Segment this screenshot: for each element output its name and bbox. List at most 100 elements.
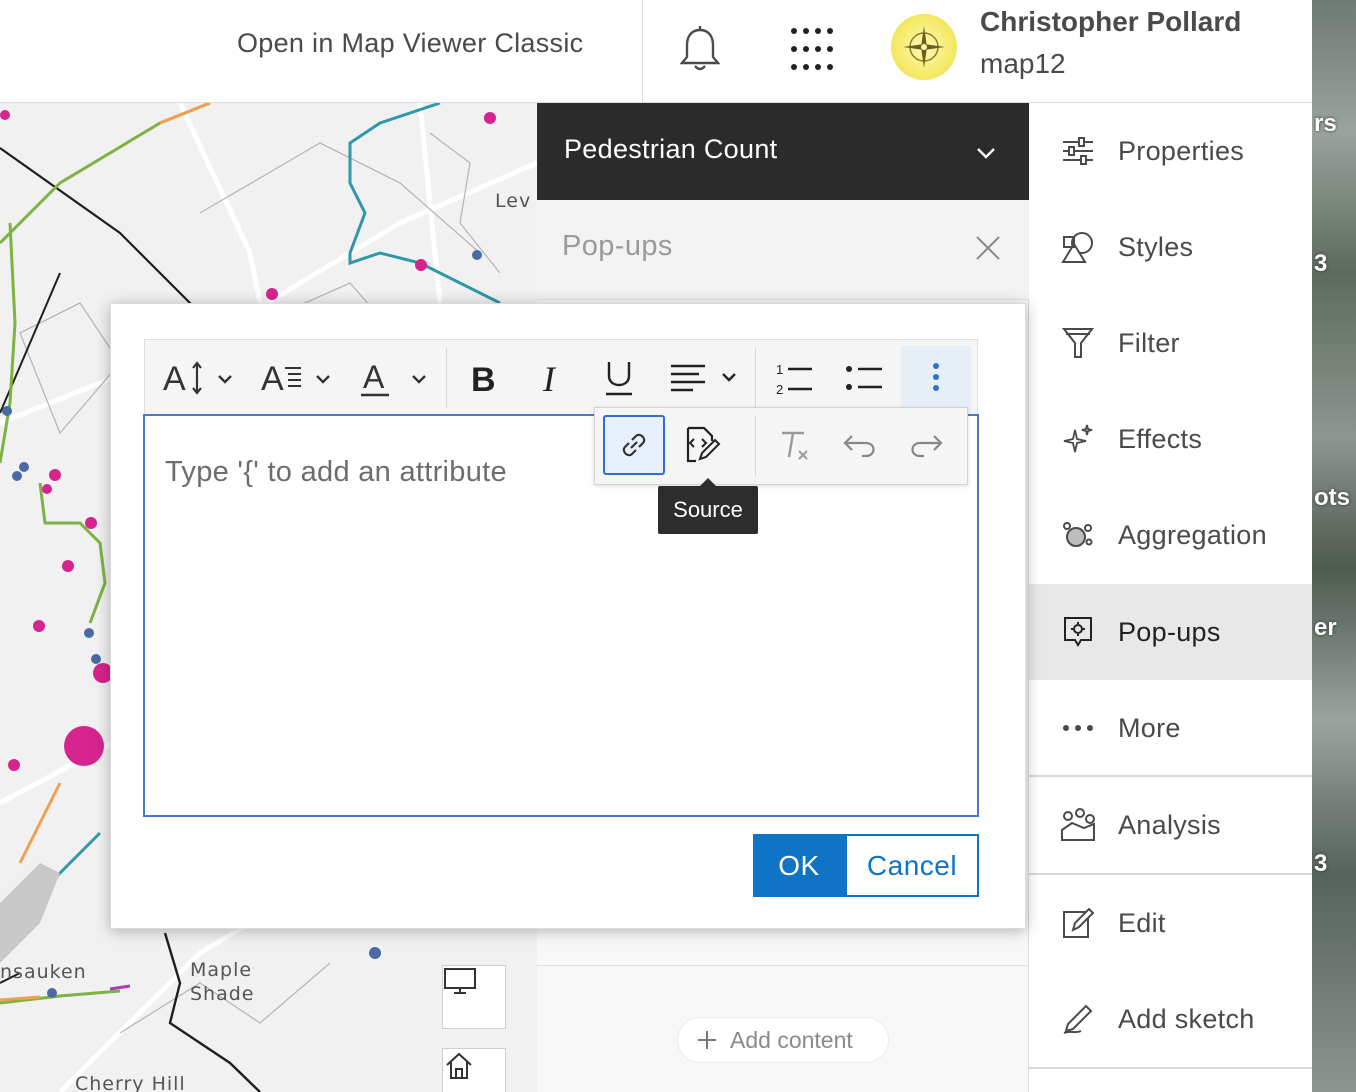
action-label: Styles (1118, 231, 1194, 262)
home-icon (446, 1052, 472, 1079)
clear-formatting-button[interactable] (763, 415, 825, 475)
action-properties[interactable]: Properties (1029, 103, 1312, 199)
action-add-sketch[interactable]: Add sketch (1029, 971, 1312, 1067)
map-label: Maple (190, 959, 253, 981)
action-popups[interactable]: Pop-ups (1029, 584, 1312, 680)
undo-icon (843, 435, 875, 458)
source-button[interactable] (671, 415, 733, 475)
strip-text: rs (1314, 110, 1337, 137)
analysis-icon (1059, 806, 1097, 844)
alignment-button[interactable] (665, 354, 741, 402)
home-button[interactable] (442, 1048, 506, 1092)
action-filter[interactable]: Filter (1029, 295, 1312, 391)
strip-text: 3 (1314, 850, 1328, 877)
text-format-icon: A (261, 360, 330, 398)
svg-text:A: A (261, 360, 284, 398)
layer-title: Pedestrian Count (564, 134, 778, 164)
undo-button[interactable] (829, 415, 891, 475)
bullet-list-button[interactable] (839, 354, 889, 402)
app-launcher-icon[interactable] (788, 25, 836, 73)
action-edit[interactable]: Edit (1029, 875, 1312, 971)
panel-title: Pop-ups (562, 230, 673, 262)
display-icon (444, 968, 476, 994)
settings-action-bar: Properties Styles Filter Effects Aggrega… (1029, 103, 1312, 1092)
action-label: Properties (1118, 135, 1245, 166)
action-label: Add sketch (1118, 1003, 1255, 1034)
open-map-viewer-classic-link[interactable]: Open in Map Viewer Classic (237, 28, 583, 59)
close-icon[interactable] (974, 234, 1002, 262)
filter-icon (1059, 324, 1097, 362)
svg-text:1: 1 (776, 362, 783, 377)
more-tools-menu (594, 407, 968, 485)
aggregation-icon (1059, 516, 1097, 554)
bold-button[interactable]: B (463, 354, 505, 402)
font-color-icon: A (361, 359, 426, 397)
underline-button[interactable] (597, 354, 641, 402)
popups-panel-header: Pop-ups (537, 200, 1029, 300)
font-size-button[interactable]: A (163, 354, 237, 402)
editor-placeholder: Type '{' to add an attribute (165, 456, 507, 488)
avatar[interactable] (891, 14, 957, 80)
source-code-icon (686, 426, 721, 463)
insert-link-button[interactable] (603, 415, 665, 475)
action-styles[interactable]: Styles (1029, 199, 1312, 295)
action-label: Effects (1118, 423, 1203, 454)
action-label: Aggregation (1118, 519, 1267, 550)
add-content-button[interactable]: Add content (677, 1017, 889, 1063)
action-more[interactable]: More (1029, 680, 1312, 776)
numbered-list-icon: 12 (776, 362, 812, 396)
layer-selector[interactable]: Pedestrian Count (537, 103, 1029, 200)
bell-icon[interactable] (678, 24, 722, 74)
svg-text:2: 2 (776, 382, 783, 396)
italic-icon: I (542, 360, 557, 396)
panel-divider (537, 965, 1029, 966)
align-left-icon (671, 364, 736, 392)
clear-format-icon (782, 431, 808, 460)
numbered-list-button[interactable]: 12 (769, 354, 819, 402)
more-tools-button[interactable] (901, 346, 971, 410)
svg-text:B: B (471, 361, 496, 396)
redo-icon (911, 435, 943, 458)
toolbar-divider (446, 348, 447, 408)
top-header: Open in Map Viewer Classic Christopher P… (0, 0, 1312, 103)
map-label: Lev (495, 190, 532, 212)
action-divider (1029, 1067, 1312, 1069)
action-label: Analysis (1118, 809, 1221, 840)
toolbar-divider (755, 348, 756, 408)
ok-button[interactable]: OK (753, 834, 845, 897)
action-label: Edit (1118, 907, 1166, 938)
user-name[interactable]: Christopher Pollard (980, 6, 1241, 38)
strip-text: 3 (1314, 250, 1328, 277)
background-photo-strip: rs 3 ots er 3 (1312, 0, 1356, 1092)
toolbar-divider (755, 416, 756, 476)
display-toggle-button[interactable] (442, 965, 506, 1029)
chevron-down-icon[interactable] (974, 141, 998, 165)
map-label: nsauken (0, 961, 87, 983)
styles-icon (1059, 228, 1097, 266)
sliders-icon (1059, 132, 1097, 170)
action-label: More (1118, 712, 1181, 743)
add-content-label: Add content (730, 1026, 853, 1053)
action-label: Filter (1118, 327, 1180, 358)
action-analysis[interactable]: Analysis (1029, 777, 1312, 873)
source-tooltip: Source (658, 478, 758, 534)
redo-button[interactable] (895, 415, 957, 475)
svg-text:I: I (542, 360, 557, 396)
action-aggregation[interactable]: Aggregation (1029, 487, 1312, 583)
bold-icon: B (471, 361, 496, 396)
link-icon (622, 433, 646, 457)
action-effects[interactable]: Effects (1029, 391, 1312, 487)
ellipsis-icon (1059, 709, 1097, 747)
paragraph-format-button[interactable]: A (261, 354, 335, 402)
font-color-button[interactable]: A (359, 354, 433, 402)
cancel-button[interactable]: Cancel (845, 834, 979, 897)
italic-button[interactable]: I (531, 354, 573, 402)
popup-text-editor-dialog: A A A B I 12 Type '{' to add an attribut… (110, 303, 1026, 929)
map-label: Shade (190, 983, 255, 1005)
popup-icon (1059, 613, 1097, 651)
font-size-icon: A (163, 360, 232, 398)
vertical-ellipsis-icon (933, 363, 939, 391)
svg-text:A: A (363, 359, 385, 395)
action-label: Pop-ups (1118, 616, 1221, 647)
strip-text: er (1314, 614, 1337, 641)
